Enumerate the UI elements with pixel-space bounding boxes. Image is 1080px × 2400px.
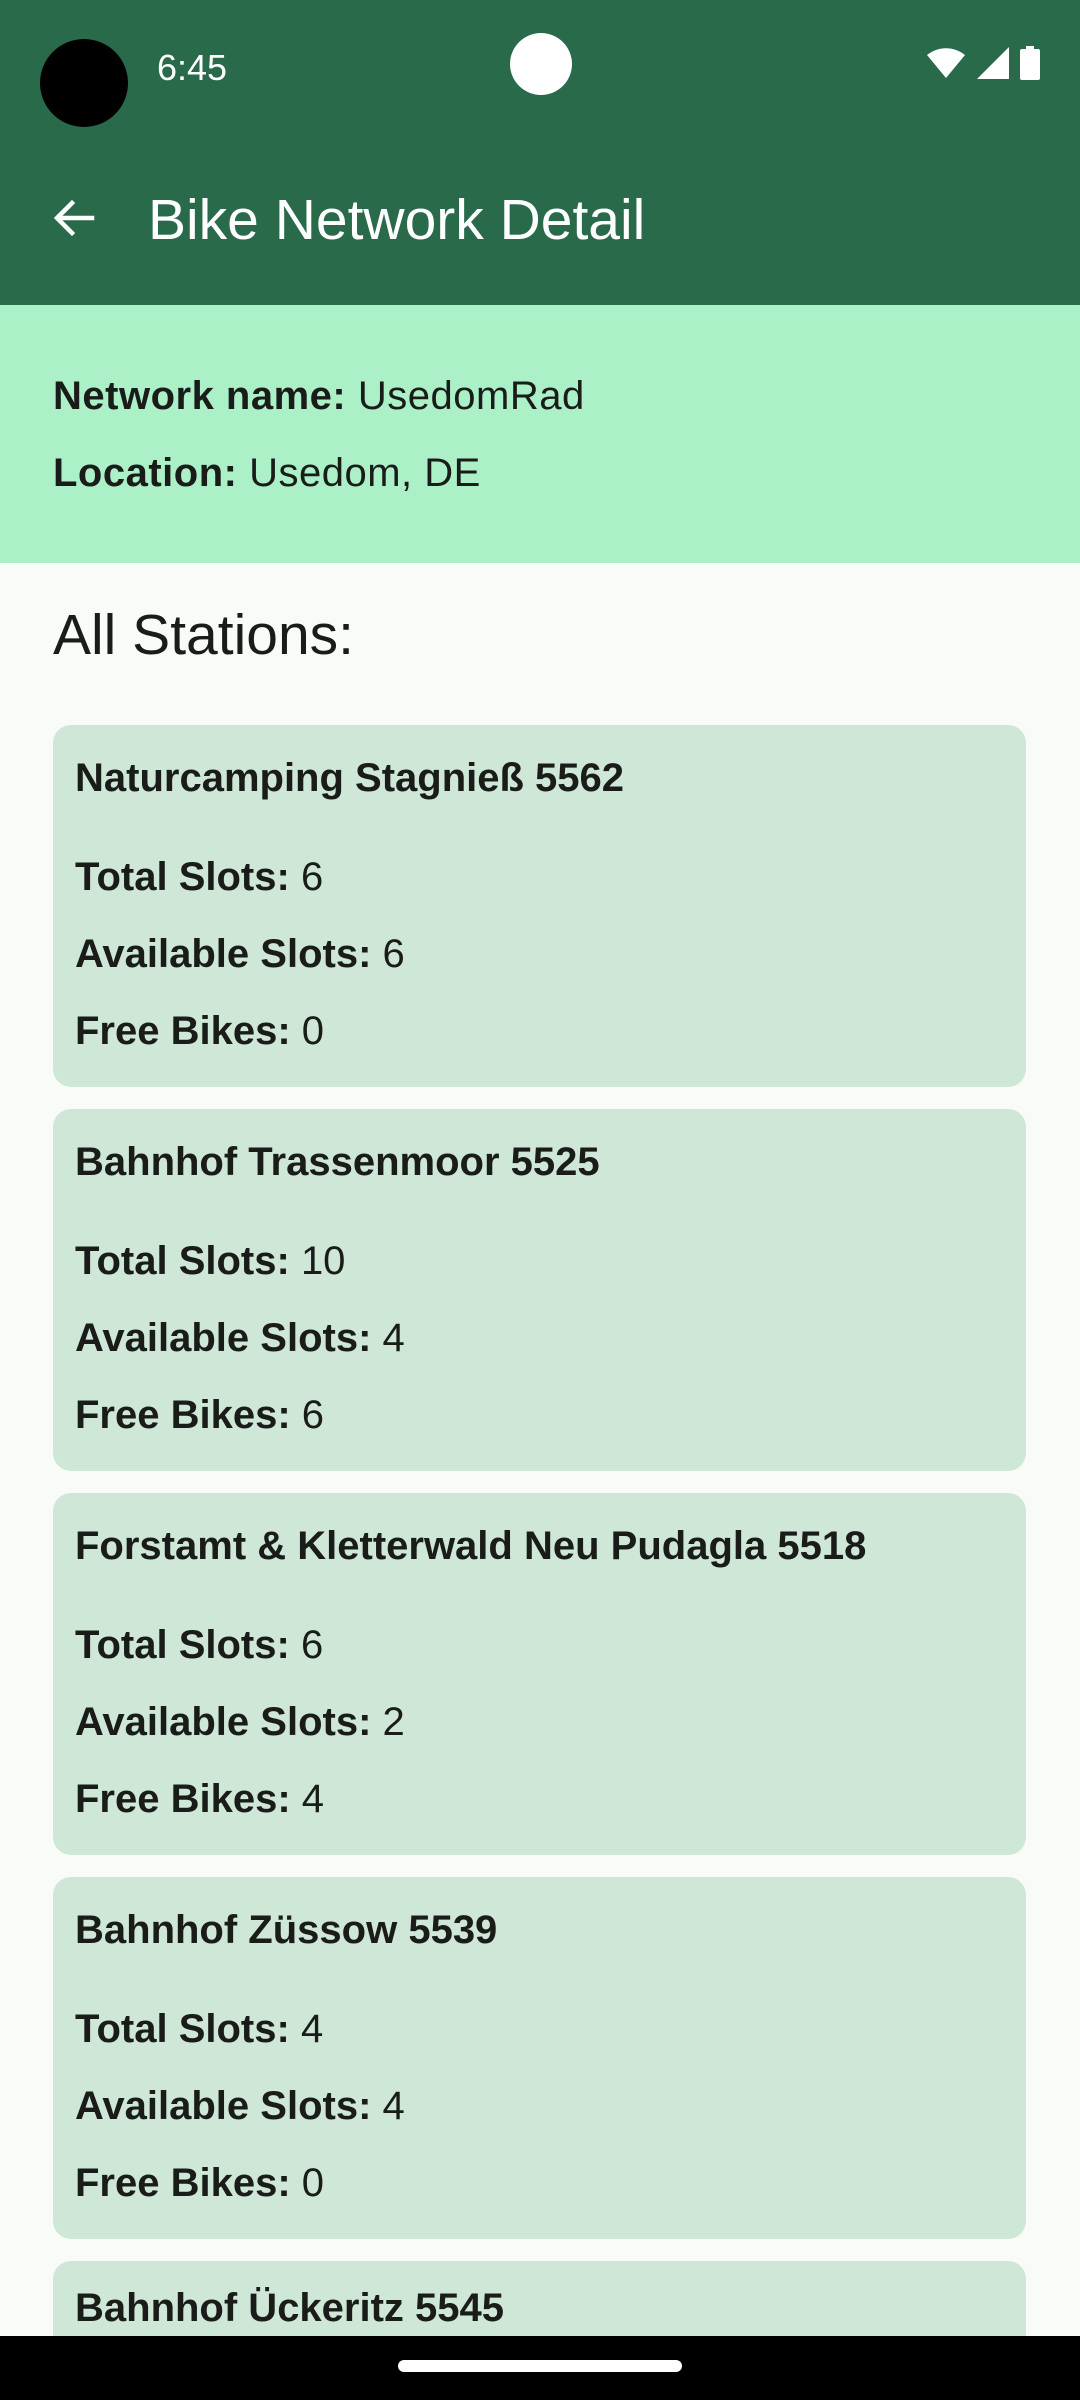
- station-card[interactable]: Bahnhof Trassenmoor 5525 Total Slots: 10…: [53, 1109, 1026, 1471]
- station-name: Naturcamping Stagnieß 5562: [75, 756, 625, 800]
- total-slots-label: Total Slots:: [75, 855, 290, 899]
- total-slots-value: 4: [300, 2007, 324, 2051]
- camera-cutout: [510, 33, 572, 95]
- available-slots: Available Slots: 6: [75, 929, 405, 979]
- station-name: Bahnhof Ückeritz 5545: [75, 2286, 505, 2330]
- network-name: Network name: UsedomRad: [53, 371, 585, 421]
- free-bikes-value: 4: [301, 1777, 325, 1821]
- total-slots-value: 6: [300, 1623, 324, 1667]
- total-slots-value: 10: [300, 1239, 346, 1283]
- status-time: 6:45: [157, 47, 228, 88]
- station-card[interactable]: Naturcamping Stagnieß 5562 Total Slots: …: [53, 725, 1026, 1087]
- top-app-bar: Bike Network Detail: [0, 135, 1080, 305]
- total-slots: Total Slots: 6: [75, 852, 323, 902]
- free-bikes-value: 0: [301, 1009, 325, 1053]
- station-card[interactable]: Bahnhof Züssow 5539 Total Slots: 4 Avail…: [53, 1877, 1026, 2239]
- available-slots-value: 4: [382, 1316, 405, 1360]
- free-bikes: Free Bikes: 6: [75, 1390, 324, 1440]
- free-bikes-label: Free Bikes:: [75, 1393, 291, 1437]
- front-camera: [40, 39, 128, 127]
- free-bikes-value: 0: [301, 2161, 325, 2205]
- station-name: Bahnhof Züssow 5539: [75, 1908, 498, 1952]
- free-bikes: Free Bikes: 0: [75, 1006, 324, 1056]
- available-slots-value: 4: [382, 2084, 405, 2128]
- total-slots-value: 6: [300, 855, 324, 899]
- arrow-left-icon: [50, 194, 98, 247]
- home-gesture-handle[interactable]: [398, 2360, 682, 2372]
- network-location: Location: Usedom, DE: [53, 448, 481, 498]
- stations-section-title: All Stations:: [53, 603, 354, 667]
- available-slots-label: Available Slots:: [75, 932, 372, 976]
- network-location-value: Usedom, DE: [249, 451, 481, 495]
- total-slots-label: Total Slots:: [75, 1623, 290, 1667]
- available-slots: Available Slots: 2: [75, 1697, 405, 1747]
- station-name: Bahnhof Trassenmoor 5525: [75, 1140, 600, 1184]
- back-button[interactable]: [34, 180, 114, 260]
- free-bikes-label: Free Bikes:: [75, 2161, 291, 2205]
- total-slots-label: Total Slots:: [75, 1239, 290, 1283]
- station-card[interactable]: Forstamt & Kletterwald Neu Pudagla 5518 …: [53, 1493, 1026, 1855]
- battery-icon: [1020, 46, 1040, 80]
- total-slots-label: Total Slots:: [75, 2007, 290, 2051]
- network-name-value: UsedomRad: [357, 374, 585, 418]
- network-name-label: Network name:: [53, 374, 347, 418]
- free-bikes-label: Free Bikes:: [75, 1009, 291, 1053]
- system-navigation-bar: [0, 2336, 1080, 2400]
- total-slots: Total Slots: 10: [75, 1236, 345, 1286]
- station-card[interactable]: Bahnhof Ückeritz 5545: [53, 2261, 1026, 2336]
- available-slots: Available Slots: 4: [75, 1313, 405, 1363]
- total-slots: Total Slots: 6: [75, 1620, 323, 1670]
- status-bar: 6:45: [0, 0, 1080, 135]
- available-slots-value: 6: [382, 932, 405, 976]
- free-bikes-label: Free Bikes:: [75, 1777, 291, 1821]
- status-icons: [926, 46, 1040, 80]
- wifi-icon: [926, 47, 966, 79]
- free-bikes-value: 6: [301, 1393, 325, 1437]
- cellular-signal-icon: [976, 46, 1010, 80]
- network-location-label: Location:: [53, 451, 238, 495]
- available-slots-label: Available Slots:: [75, 2084, 372, 2128]
- total-slots: Total Slots: 4: [75, 2004, 323, 2054]
- available-slots-value: 2: [382, 1700, 405, 1744]
- station-name: Forstamt & Kletterwald Neu Pudagla 5518: [75, 1524, 867, 1568]
- free-bikes: Free Bikes: 0: [75, 2158, 324, 2208]
- available-slots: Available Slots: 4: [75, 2081, 405, 2131]
- available-slots-label: Available Slots:: [75, 1316, 372, 1360]
- available-slots-label: Available Slots:: [75, 1700, 372, 1744]
- page-title: Bike Network Detail: [148, 188, 646, 252]
- network-info-panel: Network name: UsedomRad Location: Usedom…: [0, 305, 1080, 563]
- free-bikes: Free Bikes: 4: [75, 1774, 324, 1824]
